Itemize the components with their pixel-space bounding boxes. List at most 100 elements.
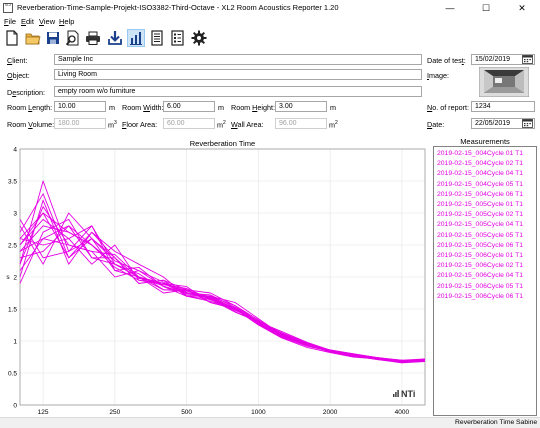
y-tick-label: 2	[13, 275, 17, 282]
logo-bar	[397, 390, 399, 397]
menu-bar: File Edit View Help	[0, 16, 540, 27]
chart-svg: 0 0.5 1 1.5 2 2.5 3 3.5 4 125 250 500 1000 2000 4000 Re…	[6, 139, 426, 424]
maximize-button[interactable]: ☐	[468, 0, 504, 16]
menu-edit-label: dit	[26, 17, 34, 26]
description-label: Description:	[7, 88, 45, 97]
status-mode: Reverberation Time	[455, 419, 515, 426]
title-bar: XL2 Reverberation-Time-Sample-Projekt-IS…	[0, 0, 540, 16]
x-tick-label: 250	[109, 409, 120, 416]
settings-gear-icon	[191, 30, 207, 46]
room-length-label-pre: Room	[7, 103, 29, 112]
menu-help-label: elp	[64, 17, 75, 26]
y-tick-label: 0.5	[8, 371, 17, 378]
new-button[interactable]	[3, 29, 21, 47]
room-width-label: Room Width:	[122, 103, 164, 112]
report-page-button[interactable]	[148, 29, 166, 47]
wall-area-unit-sup: 2	[335, 120, 338, 126]
room-volume-label-text: olume:	[32, 120, 55, 129]
measurement-item[interactable]: 2019-02-15_004Cycle 06 T1	[437, 191, 523, 198]
description-label-text: scription:	[16, 88, 45, 97]
floor-area-label-text: loor Area:	[126, 120, 158, 129]
export-button[interactable]	[106, 29, 124, 47]
floor-area-unit: m2	[217, 120, 226, 129]
date-label: Date:	[427, 120, 444, 129]
app-icon: XL2	[3, 3, 13, 13]
room-volume-unit: m3	[108, 120, 117, 129]
room-height-unit: m	[330, 103, 336, 112]
y-tick-label: 3	[13, 211, 17, 218]
client-label-text: lient:	[12, 56, 28, 65]
open-button[interactable]	[24, 29, 42, 47]
room-height-label-text: eight:	[257, 103, 275, 112]
status-formula: Sabine	[516, 419, 538, 426]
reverberation-chart[interactable]: 0 0.5 1 1.5 2 2.5 3 3.5 4 125 250 500 1000 2000 4000 Re…	[4, 137, 428, 424]
nti-logo: NTi	[401, 389, 415, 399]
settings-button[interactable]	[190, 29, 208, 47]
save-button[interactable]	[44, 29, 62, 47]
report-no-input[interactable]: 1234	[471, 101, 535, 112]
measurement-item[interactable]: 2019-02-15_005Cycle 05 T1	[437, 232, 523, 239]
room-image-thumbnail[interactable]	[479, 67, 529, 97]
measurement-item[interactable]: 2019-02-15_006Cycle 04 T1	[437, 272, 523, 279]
print-button[interactable]	[84, 29, 102, 47]
menu-view[interactable]: View	[39, 16, 55, 27]
y-tick-label: 0	[13, 403, 17, 410]
close-button[interactable]: ✕	[504, 0, 540, 16]
object-input[interactable]: Living Room	[54, 69, 422, 80]
measurement-item[interactable]: 2019-02-15_005Cycle 01 T1	[437, 201, 523, 208]
measurements-list[interactable]: 2019-02-15_004Cycle 01 T1 2019-02-15_004C…	[433, 146, 537, 416]
floor-area-label: Floor Area:	[122, 120, 157, 129]
measurement-item[interactable]: 2019-02-15_006Cycle 06 T1	[437, 293, 523, 300]
wall-area-label-text: all Area:	[237, 120, 264, 129]
date-of-test-label: Date of test:	[427, 56, 466, 65]
measurement-item[interactable]: 2019-02-15_004Cycle 02 T1	[437, 160, 523, 167]
menu-file[interactable]: File	[4, 16, 16, 27]
menu-edit[interactable]: Edit	[21, 16, 34, 27]
room-width-input[interactable]: 6.00	[163, 101, 215, 112]
measurement-item[interactable]: 2019-02-15_005Cycle 02 T1	[437, 211, 523, 218]
logo-bar	[393, 394, 395, 397]
report-no-label-text: o. of report:	[432, 103, 469, 112]
chart-title: Reverberation Time	[190, 139, 255, 148]
room-length-input[interactable]: 10.00	[54, 101, 106, 112]
measurement-item[interactable]: 2019-02-15_004Cycle 05 T1	[437, 181, 523, 188]
measurement-item[interactable]: 2019-02-15_005Cycle 04 T1	[437, 221, 523, 228]
measurements-panel: Measurements 2019-02-15_004Cycle 01 T1 20…	[433, 137, 537, 417]
report-list-icon	[170, 30, 184, 46]
calendar-icon[interactable]	[522, 118, 533, 128]
measurement-item[interactable]: 2019-02-15_005Cycle 06 T1	[437, 242, 523, 249]
measurement-item[interactable]: 2019-02-15_004Cycle 01 T1	[437, 150, 523, 157]
room-volume-label: Room Volume:	[7, 120, 54, 129]
wall-area-input: 96.00	[275, 118, 327, 129]
image-label: Image:	[427, 71, 449, 80]
menu-file-label: ile	[8, 17, 17, 26]
open-folder-icon	[25, 33, 41, 45]
menu-help[interactable]: Help	[59, 16, 74, 27]
chart-view-button[interactable]	[127, 29, 145, 47]
room-height-input[interactable]: 3.00	[275, 101, 327, 112]
description-input[interactable]: empty room w/o furniture	[54, 86, 422, 97]
measurements-title: Measurements	[460, 137, 510, 146]
print-preview-button[interactable]	[64, 29, 82, 47]
report-list-button[interactable]	[168, 29, 186, 47]
y-axis-label: s	[6, 274, 10, 281]
measurement-item[interactable]: 2019-02-15_006Cycle 02 T1	[437, 262, 523, 269]
calendar-icon[interactable]	[522, 54, 533, 64]
date-of-test-label-text: :	[463, 56, 466, 65]
date-of-test-label-pre: Date of tes	[427, 56, 462, 65]
toolbar	[0, 27, 540, 49]
room-height-label: Room Height:	[231, 103, 275, 112]
client-input[interactable]: Sample Inc	[54, 54, 422, 65]
measurement-item[interactable]: 2019-02-15_006Cycle 01 T1	[437, 252, 523, 259]
y-tick-label: 1	[13, 339, 17, 346]
client-label: Client:	[7, 56, 27, 65]
print-icon	[86, 31, 100, 45]
measurement-item[interactable]: 2019-02-15_004Cycle 04 T1	[437, 170, 523, 177]
print-preview-icon	[65, 30, 79, 46]
bar-chart-icon	[130, 32, 142, 45]
report-page-icon	[151, 30, 163, 46]
wall-area-label: Wall Area:	[231, 120, 264, 129]
minimize-button[interactable]: —	[432, 0, 468, 16]
image-label-text: mage:	[429, 71, 449, 80]
measurement-item[interactable]: 2019-02-15_006Cycle 05 T1	[437, 283, 523, 290]
